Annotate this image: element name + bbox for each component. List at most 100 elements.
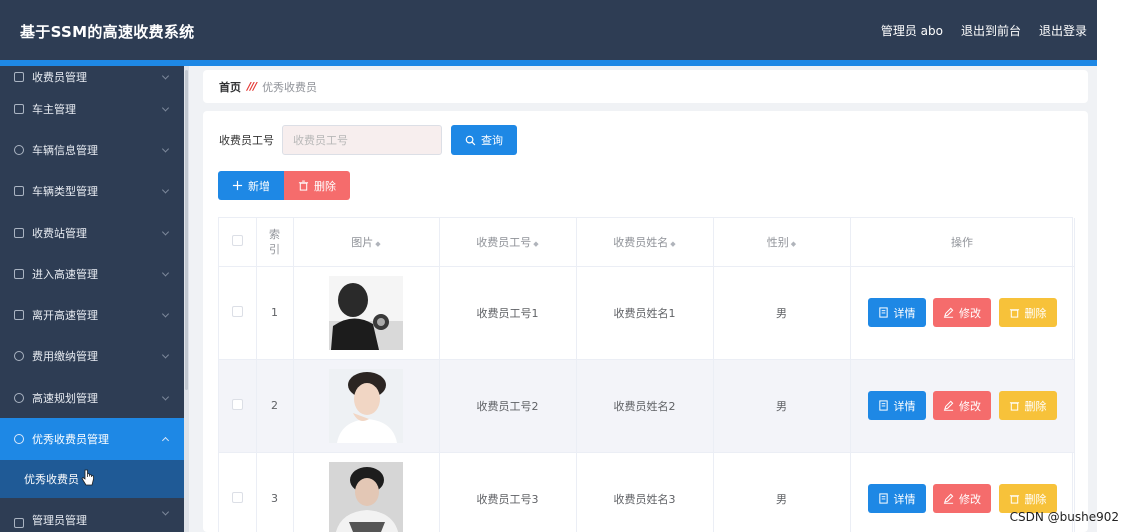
sidebar-item-toll-staff[interactable]: 收费员管理 (0, 66, 184, 88)
column-header-operation: 操作 (850, 218, 1075, 267)
detail-button[interactable]: 详情 (867, 298, 926, 327)
search-button-label: 查询 (481, 134, 503, 147)
fullscreen-icon (14, 310, 24, 321)
chevron-down-icon (161, 393, 170, 401)
detail-button[interactable]: 详情 (867, 484, 926, 513)
row-staff-name: 收费员姓名3 (576, 452, 714, 532)
breadcrumb-home[interactable]: 首页 (219, 79, 241, 95)
sidebar-item-label: 车辆信息管理 (32, 143, 98, 157)
column-header-label: 性别 (766, 235, 789, 249)
chevron-down-icon (161, 310, 170, 318)
globe-icon (14, 392, 24, 403)
search-input[interactable] (282, 125, 442, 155)
sidebar: 收费员管理 车主管理 车辆信息管理 车辆类型管理 收费站管理 进入高速管理 离开… (0, 66, 184, 532)
column-header-image[interactable]: 图片 ◆ (293, 218, 440, 267)
delete-button[interactable]: 删除 (998, 484, 1057, 513)
sidebar-item-label: 车主管理 (32, 102, 76, 116)
sidebar-item-admin[interactable]: 管理员管理 (0, 498, 184, 528)
search-label: 收费员工号 (219, 134, 274, 147)
toolbar: 新增 删除 (218, 171, 350, 200)
pencil-icon (943, 400, 954, 411)
row-select-cell[interactable] (219, 266, 257, 360)
select-all-checkbox[interactable] (231, 234, 243, 246)
batch-delete-button-label: 删除 (314, 179, 336, 193)
column-header-label: 图片 (351, 235, 374, 249)
row-staff-no: 收费员工号2 (439, 359, 577, 453)
row-select-cell[interactable] (219, 452, 257, 532)
staff-photo (329, 368, 403, 443)
header-actions: 管理员 abo 退出到前台 退出登录 (881, 22, 1087, 39)
main-content: 收费员工号 查询 新增 删除 (203, 111, 1088, 532)
copy-icon (14, 72, 24, 82)
edit-button[interactable]: 修改 (933, 484, 991, 513)
sidebar-item-enter-highway[interactable]: 进入高速管理 (0, 253, 184, 294)
sidebar-subitem-label: 优秀收费员 (24, 472, 79, 486)
detail-button-label: 详情 (893, 306, 916, 320)
add-button[interactable]: 新增 (218, 171, 284, 200)
sort-icon[interactable]: ◆ (791, 240, 796, 248)
microphone-icon (14, 351, 24, 362)
row-image-cell (293, 452, 440, 532)
logout-link[interactable]: 退出登录 (1039, 22, 1087, 39)
sidebar-subitem-excellent-staff[interactable]: 优秀收费员 (0, 459, 184, 498)
pencil-icon (943, 493, 954, 504)
row-index: 2 (256, 359, 294, 453)
sidebar-item-owner[interactable]: 车主管理 (0, 88, 184, 129)
search-button[interactable]: 查询 (451, 125, 517, 155)
column-header-label: 操作 (951, 235, 973, 249)
sort-icon[interactable]: ◆ (375, 240, 380, 248)
select-all-cell[interactable] (219, 218, 257, 267)
sidebar-item-label: 车辆类型管理 (32, 185, 98, 199)
row-staff-name: 收费员姓名1 (576, 266, 714, 360)
row-index: 1 (256, 266, 294, 360)
sidebar-item-label: 高速规划管理 (32, 391, 98, 405)
chevron-down-icon (161, 351, 170, 359)
row-actions: 详情 修改 删除 (850, 266, 1075, 360)
compass-icon (14, 434, 24, 445)
row-checkbox[interactable] (231, 491, 243, 503)
sidebar-item-toll-station[interactable]: 收费站管理 (0, 212, 184, 253)
staff-photo (329, 461, 403, 532)
current-user: 管理员 abo (880, 24, 943, 38)
chevron-down-icon (161, 145, 170, 153)
sidebar-item-highway-planning[interactable]: 高速规划管理 (0, 377, 184, 418)
column-header-label: 收费员工号 (476, 235, 532, 249)
detail-button[interactable]: 详情 (867, 391, 926, 420)
document-icon (878, 400, 888, 411)
delete-button[interactable]: 删除 (998, 298, 1057, 327)
data-table: 索引 图片 ◆ 收费员工号 ◆ 收费员姓名 ◆ 性别 ◆ 操作 1 收费员工号1… (218, 217, 1075, 532)
delete-button[interactable]: 删除 (998, 391, 1057, 420)
chevron-down-icon (161, 508, 170, 516)
sidebar-item-leave-highway[interactable]: 离开高速管理 (0, 294, 184, 335)
row-gender: 男 (713, 452, 851, 532)
delete-button-label: 删除 (1024, 492, 1047, 506)
sidebar-item-label: 管理员管理 (32, 513, 87, 527)
trash-icon (1009, 495, 1019, 504)
sort-icon[interactable]: ◆ (533, 240, 538, 248)
bar-chart-icon (14, 227, 24, 238)
watermark: CSDN @bushe902 (1009, 510, 1119, 524)
sidebar-scrollbar-thumb[interactable] (185, 70, 188, 390)
batch-delete-button[interactable]: 删除 (284, 171, 350, 200)
staff-photo (329, 275, 403, 350)
row-select-cell[interactable] (219, 359, 257, 453)
delete-button-label: 删除 (1024, 399, 1047, 413)
sort-icon[interactable]: ◆ (670, 240, 675, 248)
sidebar-item-fee-payment[interactable]: 费用缴纳管理 (0, 336, 184, 377)
row-image-cell (293, 359, 440, 453)
sidebar-item-label: 优秀收费员管理 (32, 433, 109, 447)
column-header-staff-no[interactable]: 收费员工号 ◆ (439, 218, 577, 267)
sidebar-item-vehicle-type[interactable]: 车辆类型管理 (0, 171, 184, 212)
exit-to-front-link[interactable]: 退出到前台 (961, 22, 1021, 39)
sidebar-item-vehicle-info[interactable]: 车辆信息管理 (0, 129, 184, 170)
row-gender: 男 (713, 359, 851, 453)
row-index: 3 (256, 452, 294, 532)
sidebar-item-excellent-staff[interactable]: 优秀收费员管理 (0, 418, 184, 460)
row-checkbox[interactable] (231, 305, 243, 317)
column-header-gender[interactable]: 性别 ◆ (713, 218, 851, 267)
column-header-staff-name[interactable]: 收费员姓名 ◆ (576, 218, 714, 267)
row-checkbox[interactable] (231, 398, 243, 410)
edit-button[interactable]: 修改 (933, 298, 991, 327)
chevron-down-icon (161, 186, 170, 194)
edit-button[interactable]: 修改 (933, 391, 991, 420)
